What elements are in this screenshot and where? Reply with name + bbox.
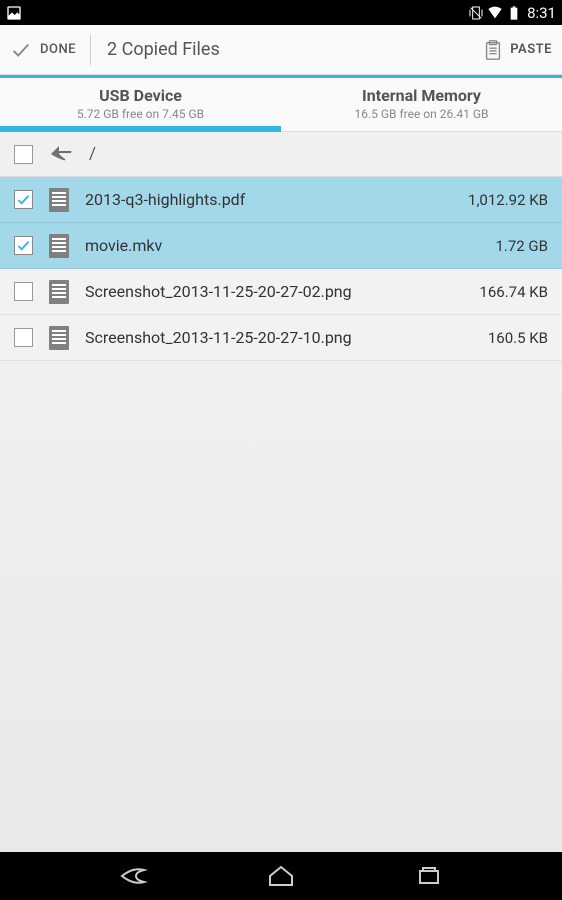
action-bar: DONE 2 Copied Files PASTE bbox=[0, 25, 562, 75]
battery-icon bbox=[506, 5, 522, 21]
status-time: 8:31 bbox=[527, 4, 556, 22]
recents-icon[interactable] bbox=[414, 863, 444, 889]
clipboard-icon bbox=[482, 38, 504, 62]
tab-title: Internal Memory bbox=[281, 86, 562, 105]
action-title: 2 Copied Files bbox=[107, 39, 482, 60]
tab-subtitle: 5.72 GB free on 7.45 GB bbox=[0, 107, 281, 121]
file-size: 166.74 KB bbox=[479, 283, 548, 301]
tab-subtitle: 16.5 GB free on 26.41 GB bbox=[281, 107, 562, 121]
file-name: 2013-q3-highlights.pdf bbox=[85, 190, 452, 209]
path-bar: / bbox=[0, 132, 562, 177]
file-checkbox[interactable] bbox=[14, 190, 33, 209]
check-icon bbox=[10, 39, 32, 61]
tab-usb[interactable]: USB Device 5.72 GB free on 7.45 GB bbox=[0, 78, 281, 132]
vibrate-icon bbox=[468, 5, 484, 21]
tab-indicator bbox=[0, 126, 281, 132]
file-icon bbox=[49, 280, 69, 304]
tab-title: USB Device bbox=[0, 86, 281, 105]
file-icon bbox=[49, 188, 69, 212]
back-icon[interactable] bbox=[118, 863, 148, 889]
list-item[interactable]: 2013-q3-highlights.pdf 1,012.92 KB bbox=[0, 177, 562, 223]
select-all-checkbox[interactable] bbox=[14, 145, 33, 164]
file-icon bbox=[49, 234, 69, 258]
file-icon bbox=[49, 326, 69, 350]
nav-bar bbox=[0, 852, 562, 900]
file-name: Screenshot_2013-11-25-20-27-02.png bbox=[85, 282, 463, 301]
list-item[interactable]: Screenshot_2013-11-25-20-27-02.png 166.7… bbox=[0, 269, 562, 315]
file-checkbox[interactable] bbox=[14, 236, 33, 255]
status-bar: 8:31 bbox=[0, 0, 562, 25]
done-label: DONE bbox=[40, 42, 76, 57]
image-icon bbox=[6, 5, 22, 21]
file-checkbox[interactable] bbox=[14, 282, 33, 301]
file-checkbox[interactable] bbox=[14, 328, 33, 347]
tab-internal[interactable]: Internal Memory 16.5 GB free on 26.41 GB bbox=[281, 78, 562, 132]
tabs: USB Device 5.72 GB free on 7.45 GB Inter… bbox=[0, 78, 562, 132]
up-arrow-icon[interactable] bbox=[49, 144, 73, 164]
list-item[interactable]: movie.mkv 1.72 GB bbox=[0, 223, 562, 269]
done-button[interactable]: DONE bbox=[10, 35, 91, 65]
home-icon[interactable] bbox=[266, 863, 296, 889]
file-size: 160.5 KB bbox=[488, 329, 548, 347]
path-text: / bbox=[89, 144, 96, 164]
file-name: Screenshot_2013-11-25-20-27-10.png bbox=[85, 328, 472, 347]
file-list: 2013-q3-highlights.pdf 1,012.92 KB movie… bbox=[0, 177, 562, 852]
file-name: movie.mkv bbox=[85, 236, 479, 255]
paste-label: PASTE bbox=[510, 42, 552, 57]
paste-button[interactable]: PASTE bbox=[482, 38, 552, 62]
list-item[interactable]: Screenshot_2013-11-25-20-27-10.png 160.5… bbox=[0, 315, 562, 361]
wifi-icon bbox=[487, 5, 503, 21]
file-size: 1.72 GB bbox=[495, 237, 548, 255]
file-size: 1,012.92 KB bbox=[468, 191, 548, 209]
